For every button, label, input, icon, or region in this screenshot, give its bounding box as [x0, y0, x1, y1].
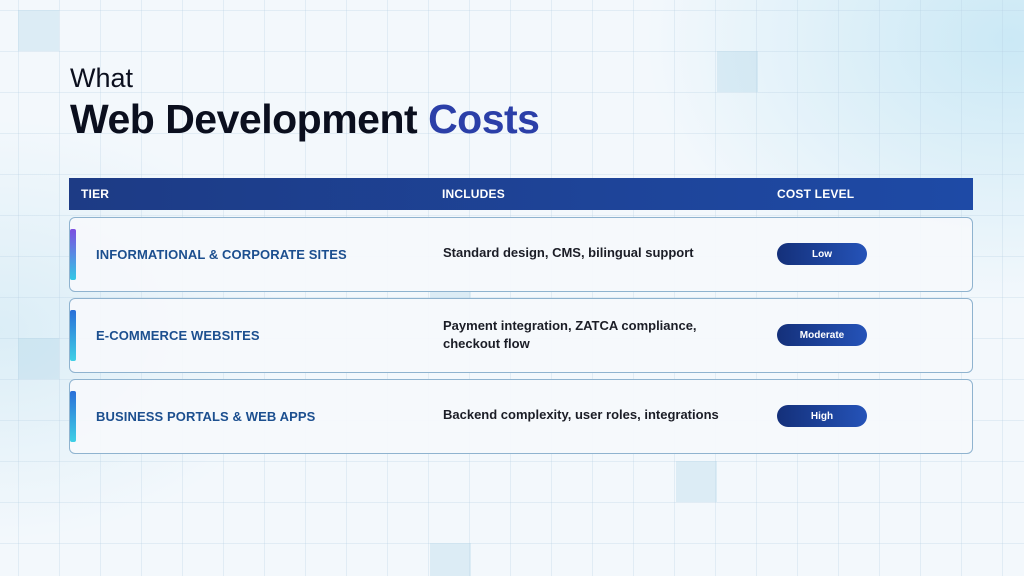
includes-text: Backend complexity, user roles, integrat…: [443, 407, 719, 422]
decorative-tile: [676, 461, 717, 502]
table-row: BUSINESS PORTALS & WEB APPS Backend comp…: [69, 379, 973, 454]
tier-label: BUSINESS PORTALS & WEB APPS: [96, 409, 316, 424]
column-header-includes: INCLUDES: [442, 187, 505, 201]
cost-level-badge: Low: [777, 243, 867, 265]
table-row: INFORMATIONAL & CORPORATE SITES Standard…: [69, 217, 973, 292]
decorative-tile: [430, 543, 471, 576]
row-accent-bar: [70, 229, 76, 280]
title-main: Web Development: [70, 96, 418, 142]
column-header-tier: TIER: [81, 187, 110, 201]
decorative-tile: [18, 10, 59, 51]
cost-level-badge: High: [777, 405, 867, 427]
column-header-cost-level: COST LEVEL: [777, 187, 855, 201]
title-accent: Costs: [428, 96, 540, 142]
heading-kicker: What: [70, 63, 134, 93]
row-accent-bar: [70, 391, 76, 442]
cost-level-badge: Moderate: [777, 324, 867, 346]
page-title: Web Development Costs: [70, 94, 540, 144]
decorative-tile: [18, 338, 59, 379]
tier-label: INFORMATIONAL & CORPORATE SITES: [96, 247, 347, 262]
table-row: E-COMMERCE WEBSITES Payment integration,…: [69, 298, 973, 373]
tier-label: E-COMMERCE WEBSITES: [96, 328, 260, 343]
table-header: TIER INCLUDES COST LEVEL: [69, 178, 973, 210]
includes-text: Payment integration, ZATCA compliance, c…: [443, 318, 697, 351]
decorative-tile: [717, 51, 758, 92]
includes-text: Standard design, CMS, bilingual support: [443, 245, 694, 260]
row-accent-bar: [70, 310, 76, 361]
page-heading: What Web Development Costs: [70, 62, 540, 144]
